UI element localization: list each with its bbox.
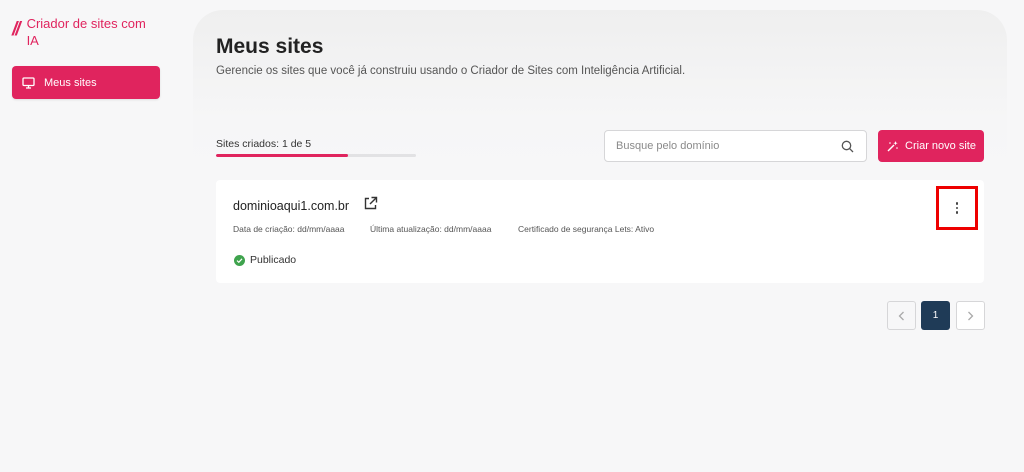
- brand-logo-icon: //: [12, 19, 20, 40]
- site-options-button[interactable]: [936, 186, 978, 230]
- pagination-next-button[interactable]: [956, 301, 985, 330]
- sidebar: // Criador de sites com IA Meus sites: [0, 0, 180, 472]
- site-domain[interactable]: dominioaqui1.com.br: [233, 199, 349, 213]
- more-vertical-icon: [955, 202, 959, 214]
- search-input[interactable]: [616, 140, 836, 152]
- sidebar-item-label: Meus sites: [44, 76, 97, 89]
- check-circle-icon: [234, 254, 245, 266]
- external-link-icon[interactable]: [363, 196, 378, 211]
- chevron-left-icon: [898, 311, 904, 320]
- monitor-icon: [22, 76, 35, 89]
- chevron-right-icon: [968, 311, 974, 320]
- create-site-button[interactable]: Criar novo site: [878, 130, 984, 162]
- create-site-label: Criar novo site: [905, 140, 976, 152]
- site-certificate-status: Certificado de segurança Lets: Ativo: [518, 224, 655, 234]
- page-title: Meus sites: [216, 35, 324, 58]
- sites-counter: Sites criados: 1 de 5: [216, 138, 312, 150]
- site-card: dominioaqui1.com.br Data de criação: dd/…: [216, 180, 984, 283]
- main-panel: Meus sites Gerencie os sites que você já…: [193, 10, 1007, 472]
- app-root: // Criador de sites com IA Meus sites Me…: [0, 0, 1024, 472]
- sites-progress-fill: [216, 154, 348, 157]
- brand[interactable]: // Criador de sites com IA: [12, 15, 172, 49]
- status-badge: Publicado: [234, 254, 296, 266]
- page-subtitle: Gerencie os sites que você já construiu …: [216, 65, 686, 77]
- pagination-page-current[interactable]: 1: [921, 301, 950, 330]
- pagination-prev-button[interactable]: [887, 301, 916, 330]
- search-box: [604, 130, 867, 162]
- brand-name: Criador de sites com IA: [26, 16, 146, 48]
- magic-wand-icon: [887, 140, 898, 151]
- search-icon[interactable]: [841, 140, 854, 153]
- status-label: Publicado: [250, 254, 297, 266]
- site-created-date: Data de criação: dd/mm/aaaa: [233, 224, 345, 234]
- sidebar-item-meus-sites[interactable]: Meus sites: [12, 66, 160, 99]
- site-updated-date: Última atualização: dd/mm/aaaa: [370, 224, 492, 234]
- sites-progress-bar: [216, 154, 416, 157]
